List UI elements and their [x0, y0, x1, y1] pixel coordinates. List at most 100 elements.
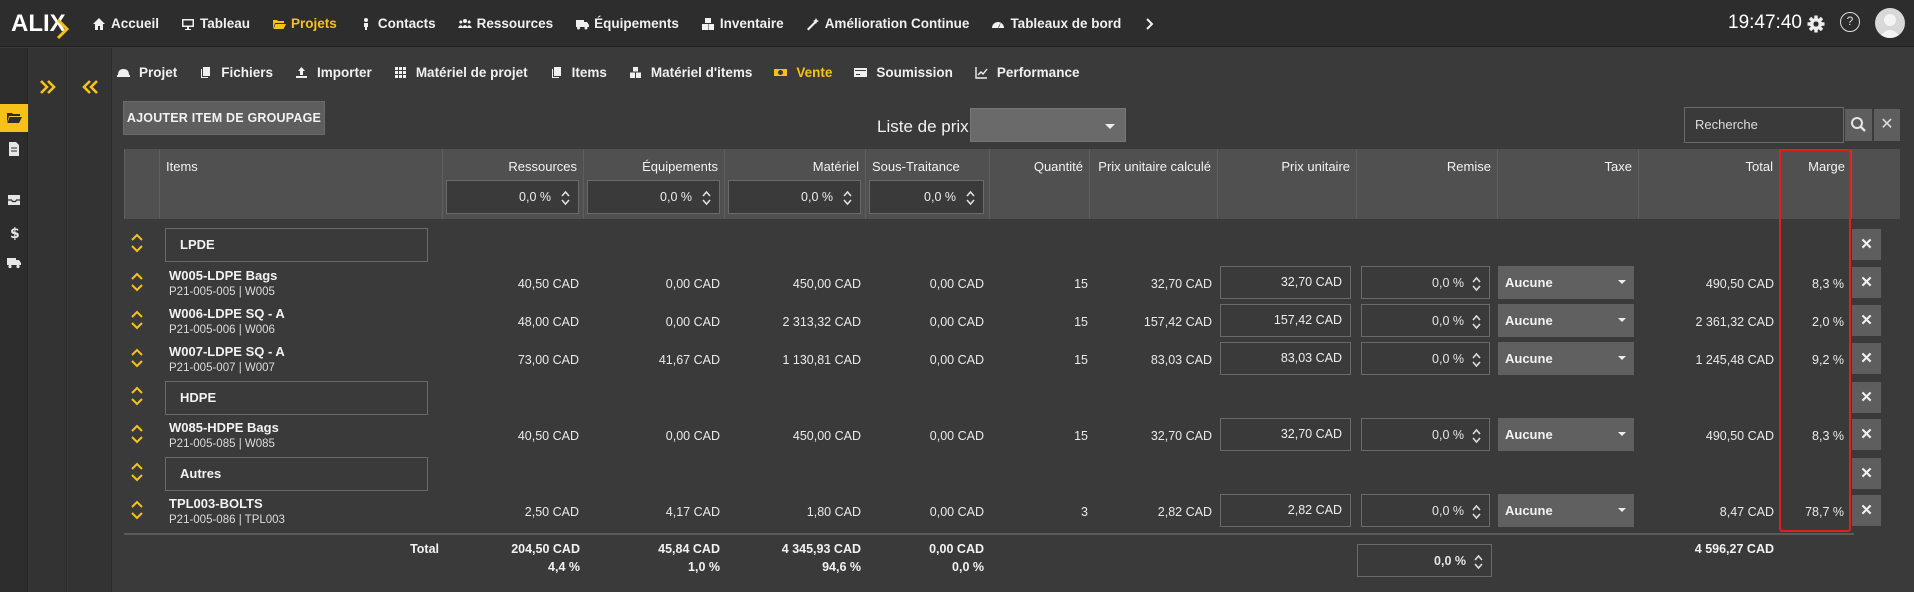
- sous-traitance-pct-input[interactable]: 0,0 %: [869, 180, 984, 214]
- col-total[interactable]: Total: [1638, 149, 1779, 219]
- nav-amelioration-continue[interactable]: Amélioration Continue: [806, 16, 969, 31]
- spinner-icon[interactable]: [1472, 504, 1481, 520]
- search-button[interactable]: [1845, 109, 1872, 141]
- move-arrows-icon[interactable]: [130, 386, 144, 406]
- delete-row-button[interactable]: ✕: [1852, 419, 1881, 450]
- move-arrows-icon[interactable]: [130, 272, 144, 292]
- discount-input[interactable]: 0,0 %: [1361, 418, 1490, 451]
- nav-accueil[interactable]: Accueil: [92, 16, 159, 31]
- move-arrows-icon[interactable]: [130, 500, 144, 520]
- col-quantite[interactable]: Quantité: [989, 149, 1089, 219]
- tax-select[interactable]: Aucune: [1498, 342, 1634, 375]
- col-prix-unitaire[interactable]: Prix unitaire: [1217, 149, 1356, 219]
- unit-price-input[interactable]: 83,03 CAD: [1220, 342, 1351, 375]
- delete-row-button[interactable]: ✕: [1852, 305, 1881, 336]
- total-discount-input[interactable]: 0,0 %: [1357, 544, 1492, 577]
- spinner-icon[interactable]: [702, 190, 711, 206]
- delete-row-button[interactable]: ✕: [1852, 382, 1881, 413]
- col-remise[interactable]: Remise: [1356, 149, 1497, 219]
- tax-select[interactable]: Aucune: [1498, 418, 1634, 451]
- tab-importer[interactable]: Importer: [295, 65, 372, 80]
- clear-search-button[interactable]: ✕: [1874, 109, 1900, 141]
- unit-price-input[interactable]: 2,82 CAD: [1220, 494, 1351, 527]
- tax-select[interactable]: Aucune: [1498, 304, 1634, 337]
- ressources-pct-input[interactable]: 0,0 %: [446, 180, 579, 214]
- tax-select[interactable]: Aucune: [1498, 494, 1634, 527]
- spinner-icon[interactable]: [1472, 352, 1481, 368]
- discount-input[interactable]: 0,0 %: [1361, 494, 1490, 527]
- move-arrows-icon[interactable]: [130, 310, 144, 330]
- item-name[interactable]: W007-LDPE SQ - A: [169, 344, 285, 359]
- inbox-icon[interactable]: [6, 192, 22, 208]
- discount-input[interactable]: 0,0 %: [1361, 266, 1490, 299]
- spinner-icon[interactable]: [1472, 314, 1481, 330]
- item-name[interactable]: TPL003-BOLTS: [169, 496, 263, 511]
- nav-tableaux-de-bord[interactable]: Tableaux de bord: [991, 16, 1121, 31]
- tab-materiel-de-projet[interactable]: Matériel de projet: [394, 65, 528, 80]
- dollar-icon[interactable]: $: [6, 224, 22, 240]
- col-prix-calcule[interactable]: Prix unitaire calculé: [1089, 149, 1217, 219]
- item-name[interactable]: W005-LDPE Bags: [169, 268, 277, 283]
- group-item-lpde[interactable]: LPDE: [165, 228, 428, 262]
- tab-vente[interactable]: Vente: [774, 65, 832, 80]
- add-group-item-button[interactable]: AJOUTER ITEM DE GROUPAGE: [123, 101, 325, 135]
- gear-icon[interactable]: [1806, 14, 1826, 34]
- spinner-icon[interactable]: [1472, 276, 1481, 292]
- tab-soumission[interactable]: Soumission: [854, 65, 953, 80]
- delete-row-button[interactable]: ✕: [1852, 343, 1881, 374]
- nav-contacts[interactable]: Contacts: [359, 16, 436, 31]
- nav-equipements[interactable]: Équipements: [575, 16, 679, 31]
- move-arrows-icon[interactable]: [130, 233, 144, 253]
- nav-tableau[interactable]: Tableau: [181, 16, 250, 31]
- move-arrows-icon[interactable]: [130, 462, 144, 482]
- col-sous-traitance[interactable]: Sous-Traitance 0,0 %: [865, 149, 989, 219]
- delete-row-button[interactable]: ✕: [1852, 458, 1881, 489]
- truck-icon[interactable]: [6, 254, 22, 270]
- spinner-icon[interactable]: [1474, 554, 1483, 570]
- move-arrows-icon[interactable]: [130, 424, 144, 444]
- tax-select[interactable]: Aucune: [1498, 266, 1634, 299]
- col-taxe[interactable]: Taxe: [1497, 149, 1638, 219]
- nav-ressources[interactable]: Ressources: [457, 16, 553, 31]
- spinner-icon[interactable]: [966, 190, 975, 206]
- nav-more-button[interactable]: [1143, 17, 1162, 31]
- tab-materiel-items[interactable]: Matériel d'items: [629, 65, 752, 80]
- discount-input[interactable]: 0,0 %: [1361, 342, 1490, 375]
- tab-performance[interactable]: Performance: [975, 65, 1079, 80]
- tab-projet[interactable]: Projet: [117, 65, 177, 80]
- tab-items[interactable]: Items: [550, 65, 607, 80]
- tab-fichiers[interactable]: Fichiers: [199, 65, 273, 80]
- expand-panel[interactable]: [29, 48, 67, 592]
- alix-logo[interactable]: ALIX: [10, 6, 72, 42]
- item-name[interactable]: W085-HDPE Bags: [169, 420, 279, 435]
- delete-row-button[interactable]: ✕: [1852, 495, 1881, 526]
- unit-price-input[interactable]: 157,42 CAD: [1220, 304, 1351, 337]
- item-name[interactable]: W006-LDPE SQ - A: [169, 306, 285, 321]
- col-items[interactable]: Items: [159, 149, 442, 219]
- materiel-pct-input[interactable]: 0,0 %: [728, 180, 861, 214]
- move-arrows-icon[interactable]: [130, 348, 144, 368]
- equipements-pct-input[interactable]: 0,0 %: [587, 180, 720, 214]
- group-item-hdpe[interactable]: HDPE: [165, 381, 428, 415]
- discount-input[interactable]: 0,0 %: [1361, 304, 1490, 337]
- collapse-panel[interactable]: [68, 48, 112, 592]
- nav-inventaire[interactable]: Inventaire: [701, 16, 784, 31]
- delete-row-button[interactable]: ✕: [1852, 229, 1881, 260]
- spinner-icon[interactable]: [561, 190, 570, 206]
- spinner-icon[interactable]: [843, 190, 852, 206]
- price-list-select[interactable]: [970, 108, 1126, 142]
- col-ressources[interactable]: Ressources 0,0 %: [442, 149, 583, 219]
- nav-projets[interactable]: Projets: [272, 16, 337, 31]
- unit-price-input[interactable]: 32,70 CAD: [1220, 266, 1351, 299]
- unit-price-input[interactable]: 32,70 CAD: [1220, 418, 1351, 451]
- col-materiel[interactable]: Matériel 0,0 %: [724, 149, 865, 219]
- help-icon[interactable]: ?: [1840, 12, 1860, 32]
- avatar[interactable]: [1875, 8, 1905, 38]
- double-chevron-right-icon[interactable]: [38, 78, 58, 96]
- search-input[interactable]: Recherche: [1684, 107, 1844, 143]
- delete-row-button[interactable]: ✕: [1852, 267, 1881, 298]
- spinner-icon[interactable]: [1472, 428, 1481, 444]
- group-item-autres[interactable]: Autres: [165, 457, 428, 491]
- col-equipements[interactable]: Équipements 0,0 %: [583, 149, 724, 219]
- document-icon[interactable]: [6, 141, 22, 157]
